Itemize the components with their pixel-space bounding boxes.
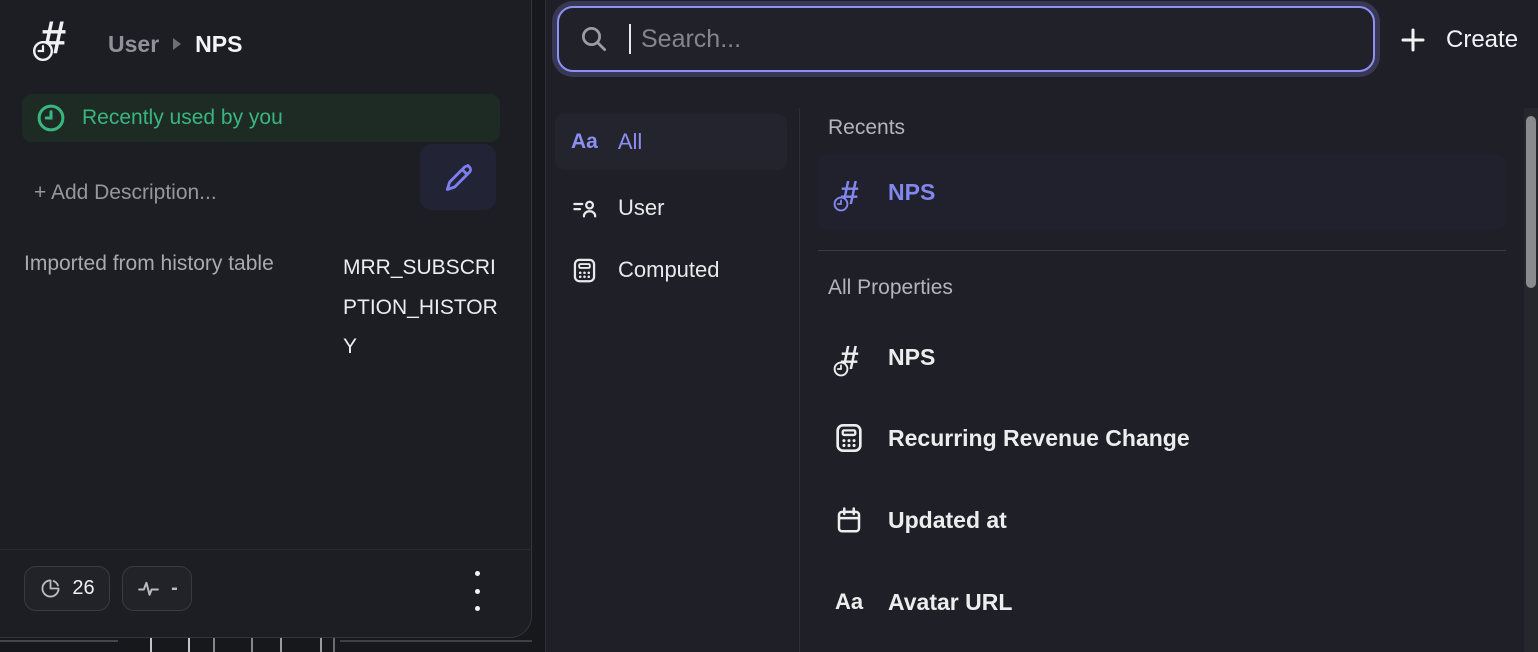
recent-item-label: NPS — [888, 179, 935, 206]
more-options-button[interactable] — [470, 571, 484, 611]
kebab-dot — [475, 589, 480, 594]
clock-icon — [833, 361, 849, 377]
icon-box — [830, 505, 868, 535]
text-format-icon: Aa — [835, 589, 863, 615]
chevron-right-icon — [173, 38, 181, 50]
calculator-icon — [833, 422, 865, 454]
pencil-icon — [439, 158, 477, 196]
property-item-nps[interactable]: # NPS — [818, 329, 1506, 385]
breadcrumb-current: NPS — [195, 31, 242, 58]
pie-chart-icon — [39, 577, 62, 600]
property-item-updated-at[interactable]: Updated at — [818, 492, 1506, 548]
create-button-label: Create — [1446, 26, 1518, 54]
recent-item-nps[interactable]: # NPS — [818, 154, 1506, 230]
search-input[interactable] — [559, 8, 1373, 70]
breadcrumb: User NPS — [108, 28, 242, 60]
results-divider — [818, 250, 1506, 251]
icon-box: # — [830, 341, 868, 374]
user-list-icon — [571, 195, 598, 222]
imported-from-label: Imported from history table — [24, 252, 274, 276]
imported-table-value: MRR_SUBSCRIPTION_HISTORY — [343, 248, 503, 367]
breadcrumb-parent[interactable]: User — [108, 31, 159, 58]
search-bar — [557, 6, 1375, 72]
tab-all[interactable]: Aa All — [555, 114, 787, 170]
calculator-icon — [571, 257, 598, 284]
property-item-label: Updated at — [888, 507, 1007, 534]
recents-section-title: Recents — [828, 116, 905, 140]
calendar-icon — [834, 505, 864, 535]
all-properties-section-title: All Properties — [828, 276, 953, 300]
icon-box — [830, 422, 868, 454]
property-item-recurring-revenue-change[interactable]: Recurring Revenue Change — [818, 410, 1506, 466]
property-item-label: Avatar URL — [888, 589, 1012, 616]
distribution-count: 26 — [72, 577, 94, 600]
tab-user[interactable]: User — [555, 180, 787, 236]
activity-button[interactable]: - — [122, 566, 192, 611]
number-history-icon: # — [840, 176, 858, 209]
background-line — [0, 640, 118, 642]
number-history-icon: # — [40, 14, 66, 60]
activity-value: - — [171, 577, 178, 600]
property-search-modal — [545, 0, 1538, 652]
recently-used-badge: Recently used by you — [22, 94, 500, 142]
text-format-icon: Aa — [571, 130, 598, 154]
tab-all-label: All — [618, 129, 642, 155]
create-button[interactable]: Create — [1398, 12, 1538, 68]
scrollbar-track[interactable] — [1524, 108, 1538, 652]
kebab-dot — [475, 571, 480, 576]
icon-box: # — [830, 176, 868, 209]
property-item-label: NPS — [888, 344, 935, 371]
add-description-button[interactable]: + Add Description... — [34, 181, 217, 205]
clock-icon — [833, 196, 849, 212]
distribution-count-button[interactable]: 26 — [24, 566, 110, 611]
panel-footer-divider — [0, 549, 532, 550]
number-history-icon: # — [840, 341, 858, 374]
plus-icon — [1398, 25, 1428, 55]
property-item-label: Recurring Revenue Change — [888, 425, 1190, 452]
app-root: # User NPS Recently used by you + Add De… — [0, 0, 1538, 652]
recently-used-label: Recently used by you — [82, 106, 283, 130]
activity-pulse-icon — [136, 576, 161, 601]
modal-column-divider — [799, 108, 800, 652]
tab-computed-label: Computed — [618, 257, 720, 283]
scrollbar-thumb[interactable] — [1526, 116, 1536, 288]
clock-icon — [32, 40, 54, 62]
property-item-avatar-url[interactable]: Aa Avatar URL — [818, 574, 1506, 630]
tab-computed[interactable]: Computed — [555, 242, 787, 298]
kebab-dot — [475, 606, 480, 611]
clock-icon — [36, 103, 66, 133]
icon-box: Aa — [830, 589, 868, 615]
background-line — [340, 640, 532, 642]
tab-user-label: User — [618, 195, 664, 221]
edit-description-button[interactable] — [420, 144, 496, 210]
